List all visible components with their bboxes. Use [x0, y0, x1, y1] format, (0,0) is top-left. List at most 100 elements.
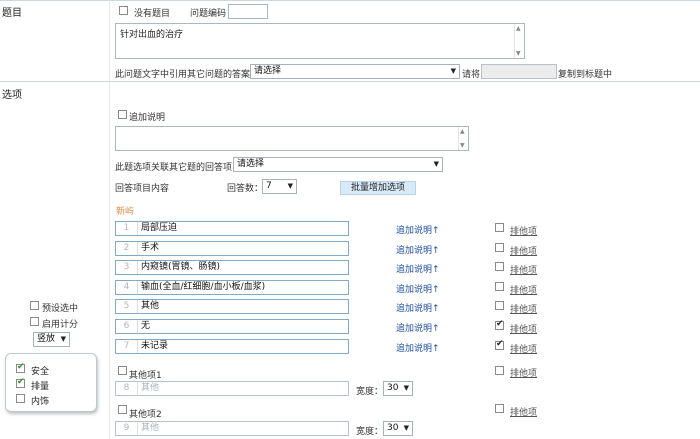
scroll-down-icon[interactable]: ▼ [516, 50, 521, 57]
enable-score-checkbox[interactable] [30, 317, 39, 327]
chevron-down-icon: ▼ [403, 384, 409, 392]
other-item-1-input[interactable]: 8 其他 [115, 381, 349, 396]
add-note-link[interactable]: 追加说明↑ [396, 301, 440, 314]
add-note-link[interactable]: 追加说明↑ [396, 341, 440, 354]
other-item-2-input[interactable]: 9 其他 [115, 421, 349, 436]
question-text: 针对出血的治疗 [120, 30, 184, 40]
options-divider [109, 82, 110, 439]
add-note-checkbox[interactable] [118, 110, 127, 120]
float-item-1-label: 排量 [31, 382, 50, 392]
copy-source-input[interactable] [481, 64, 557, 79]
exclusive-checkbox[interactable] [495, 282, 504, 292]
exclusive-checkbox-other-1[interactable] [495, 366, 504, 376]
option-input-5[interactable]: 5 其他 [115, 299, 349, 314]
chevron-down-icon: ▼ [287, 182, 293, 190]
related-select-value: 请选择 [237, 159, 265, 169]
checkbox-box [495, 243, 504, 252]
option-input-1[interactable]: 1 局部压迫 [115, 221, 349, 236]
chevron-down-icon: ▼ [433, 160, 439, 168]
exclusive-link[interactable]: 排他项 [510, 302, 537, 315]
other-item-1-label: 其他项1 [129, 371, 162, 381]
option-index: 1 [116, 222, 138, 235]
width-select-1[interactable]: 30 ▼ [383, 381, 413, 396]
exclusive-checkbox[interactable] [495, 262, 504, 272]
answer-count-select[interactable]: 7 ▼ [262, 179, 297, 194]
question-code-input[interactable] [228, 4, 268, 19]
related-label: 此题选项关联其它题的回答项 [115, 163, 233, 173]
exclusive-checkbox-other-2[interactable] [495, 404, 504, 414]
option-text: 无 [141, 321, 151, 331]
exclusive-checkbox[interactable] [495, 339, 504, 351]
title-section-label: 题目 [2, 8, 22, 19]
chevron-down-icon: ▼ [60, 335, 66, 343]
checkmark-icon [495, 319, 504, 330]
exclusive-link[interactable]: 排他项 [510, 263, 537, 276]
batch-add-button[interactable]: 批量增加选项 [340, 181, 416, 195]
question-text-scrollbar[interactable]: ▲ ▼ [514, 24, 524, 58]
layout-select-value: 竖放 [37, 334, 56, 344]
exclusive-checkbox[interactable] [495, 301, 504, 311]
float-item-0-label: 安全 [31, 367, 50, 377]
option-input-6[interactable]: 6无 [115, 319, 349, 334]
exclusive-link-other-1[interactable]: 排他项 [510, 366, 537, 379]
exclusive-link[interactable]: 排他项 [510, 244, 537, 257]
related-select[interactable]: 请选择 ▼ [233, 157, 443, 172]
add-note-link[interactable]: 追加说明↑ [396, 262, 440, 275]
note-text-area[interactable]: ▲ ▼ [115, 126, 469, 151]
option-index: 7 [116, 340, 138, 353]
add-note-link[interactable]: 追加说明↑ [396, 321, 440, 334]
add-note-label: 追加说明 [129, 113, 166, 123]
float-item-2-checkbox[interactable] [16, 394, 25, 404]
layout-select[interactable]: 竖放 ▼ [33, 332, 70, 347]
option-index: 9 [116, 422, 138, 435]
floating-preview-panel: 安全 排量 内饰 [5, 353, 97, 412]
option-input-4[interactable]: 4 输血(全血/红细胞/血小板/血浆) [115, 280, 349, 295]
add-note-link[interactable]: 追加说明↑ [396, 282, 440, 295]
float-item-1-checkbox[interactable] [16, 377, 25, 389]
option-text: 手术 [141, 243, 160, 253]
option-input-3[interactable]: 3 内窥镜(胃镜、肠镜) [115, 260, 349, 275]
answer-content-label: 回答项目内容 [115, 184, 170, 194]
other-item-1-checkbox[interactable] [118, 366, 127, 376]
exclusive-link-other-2[interactable]: 排他项 [510, 405, 537, 418]
scroll-up-icon[interactable]: ▲ [516, 25, 521, 32]
exclusive-checkbox[interactable] [495, 243, 504, 253]
option-index: 4 [116, 281, 138, 294]
scroll-up-icon[interactable]: ▲ [460, 128, 465, 135]
float-item-0-checkbox[interactable] [16, 362, 25, 374]
other-item-2-placeholder: 其他 [141, 423, 160, 433]
width-value: 30 [387, 423, 399, 433]
width-select-2[interactable]: 30 ▼ [383, 421, 413, 436]
option-index: 3 [116, 261, 138, 274]
exclusive-link[interactable]: 排他项 [510, 342, 537, 355]
option-index: 2 [116, 242, 138, 255]
exclusive-link[interactable]: 排他项 [510, 322, 537, 335]
option-text: 输血(全血/红细胞/血小板/血浆) [141, 282, 266, 292]
other-item-1-placeholder: 其他 [141, 383, 160, 393]
option-index: 8 [116, 382, 138, 395]
exclusive-checkbox[interactable] [495, 223, 504, 233]
top-border [0, 0, 700, 1]
no-title-checkbox[interactable] [119, 6, 128, 16]
add-note-link[interactable]: 追加说明↑ [396, 243, 440, 256]
scroll-down-icon[interactable]: ▼ [460, 142, 465, 149]
question-code-label: 问题编码 [190, 9, 227, 19]
option-input-7[interactable]: 7 未记录 [115, 339, 349, 354]
option-text: 其他 [141, 301, 160, 311]
checkbox-box [495, 282, 504, 291]
exclusive-link[interactable]: 排他项 [510, 224, 537, 237]
add-note-link[interactable]: 追加说明↑ [396, 223, 440, 236]
preset-selected-checkbox[interactable] [30, 301, 39, 311]
reference-label: 此问题文字中引用其它问题的答案 [115, 70, 251, 80]
reference-select[interactable]: 请选择 ▼ [250, 64, 460, 79]
exclusive-link[interactable]: 排他项 [510, 283, 537, 296]
checkbox-box [495, 301, 504, 310]
exclusive-checkbox[interactable] [495, 319, 504, 331]
option-index: 6 [116, 320, 138, 333]
width-label: 宽度： [356, 387, 384, 397]
question-text-area[interactable]: 针对出血的治疗 ▲ ▼ [115, 23, 525, 59]
other-item-2-checkbox[interactable] [118, 405, 127, 415]
option-input-2[interactable]: 2 手术 [115, 241, 349, 256]
note-scrollbar[interactable]: ▲ ▼ [458, 127, 468, 150]
width-label: 宽度： [356, 427, 384, 437]
